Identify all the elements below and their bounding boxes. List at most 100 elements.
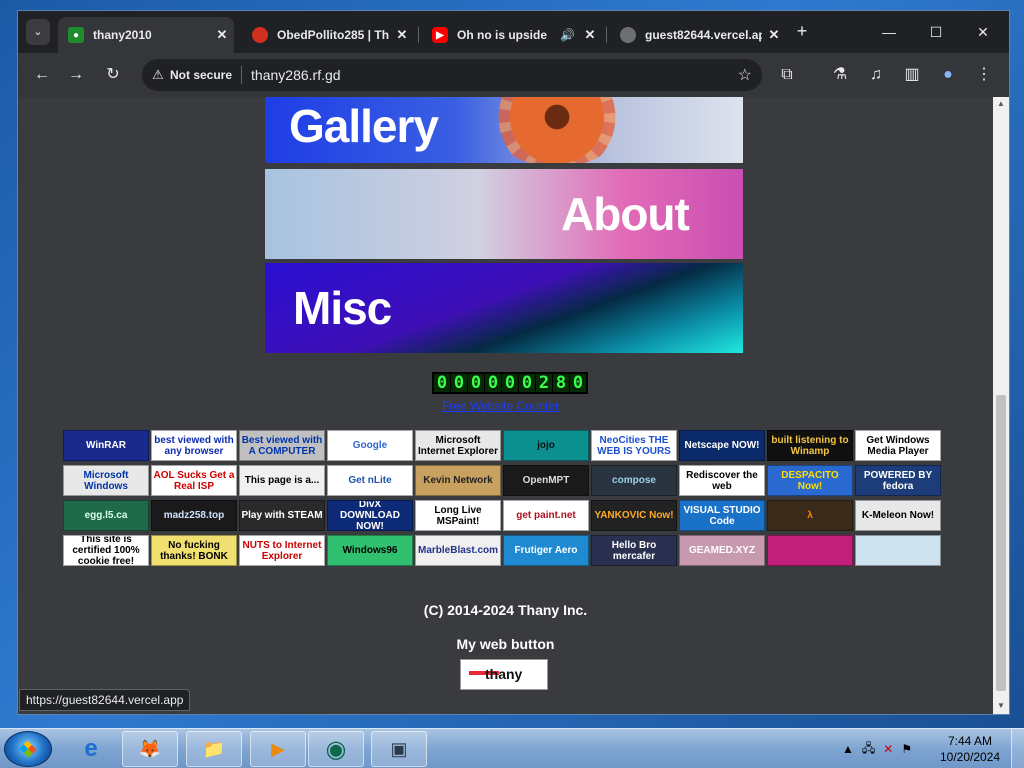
web-badge-button[interactable]: NeoCities THE WEB IS YOURS	[591, 430, 677, 461]
side-panel-icon[interactable]: ▥	[900, 63, 924, 87]
web-badge-button[interactable]: VISUAL STUDIO Code	[679, 500, 765, 531]
internet-explorer-icon[interactable]: e	[63, 731, 119, 767]
extensions-icon[interactable]: ⧉	[775, 63, 799, 87]
web-badge-button[interactable]: Get nLite	[327, 465, 413, 496]
tray-chevron-icon[interactable]: ▲	[842, 742, 854, 756]
about-banner-link[interactable]: About	[265, 169, 743, 259]
web-badge-button[interactable]: Best viewed with A COMPUTER	[239, 430, 325, 461]
clock-time: 7:44 AM	[947, 734, 993, 748]
free-counter-link[interactable]: Free Website Counter	[442, 399, 559, 413]
bookmark-star-icon[interactable]: ☆	[738, 65, 752, 85]
file-explorer-icon[interactable]: 📁	[186, 731, 242, 767]
web-badge-button[interactable]: Microsoft Windows	[63, 465, 149, 496]
close-icon[interactable]: ✕	[762, 27, 786, 43]
web-badge-button[interactable]: Get Windows Media Player	[855, 430, 941, 461]
web-badge-button[interactable]: DESPACITO Now!	[767, 465, 853, 496]
web-badge-button[interactable]: WinRAR	[63, 430, 149, 461]
kebab-menu-icon[interactable]: ⋮	[972, 63, 996, 87]
web-badge-button[interactable]: YANKOVIC Now!	[591, 500, 677, 531]
web-badge-button[interactable]: Microsoft Internet Explorer	[415, 430, 501, 461]
web-badge-button[interactable]	[855, 535, 941, 566]
web-badge-button[interactable]: best viewed with any browser	[151, 430, 237, 461]
web-badge-button[interactable]: Netscape NOW!	[679, 430, 765, 461]
start-button[interactable]	[4, 731, 52, 767]
web-badge-button[interactable]: K-Meleon Now!	[855, 500, 941, 531]
counter-digit: 0	[451, 374, 467, 392]
scroll-down-icon[interactable]: ▼	[996, 701, 1006, 710]
window-app-icon[interactable]: ▣	[371, 731, 427, 767]
new-tab-button[interactable]: +	[792, 21, 812, 41]
web-badge-button[interactable]: Long Live MSPaint!	[415, 500, 501, 531]
web-badge-button[interactable]: Kevin Network	[415, 465, 501, 496]
counter-digit: 0	[485, 374, 501, 392]
system-tray: ▲ 🖧 ✕ ⚑	[842, 735, 912, 763]
security-label[interactable]: Not secure	[170, 68, 232, 82]
web-badge-button[interactable]: This site is certified 100% cookie free!	[63, 535, 149, 566]
web-badge-button[interactable]: This page is a...	[239, 465, 325, 496]
web-badge-button[interactable]: OpenMPT	[503, 465, 589, 496]
profile-avatar-icon[interactable]: ●	[936, 63, 960, 87]
back-button[interactable]: ←	[30, 63, 54, 87]
media-controls-icon[interactable]: ♫	[864, 63, 888, 87]
vertical-scrollbar[interactable]: ▲ ▼	[993, 97, 1009, 714]
button-wall: WinRAR best viewed with any browser Best v…	[63, 430, 949, 570]
reload-button[interactable]: ↻	[101, 63, 125, 87]
scroll-thumb[interactable]	[996, 395, 1006, 691]
browser-app-icon[interactable]: ◉	[308, 731, 364, 767]
close-icon[interactable]: ✕	[210, 27, 234, 43]
clock[interactable]: 7:44 AM 10/20/2024	[938, 733, 1002, 765]
web-badge-button[interactable]: λ	[767, 500, 853, 531]
tab-obedpollito[interactable]: ObedPollito285 | Th ✕	[242, 17, 414, 53]
web-badge-button[interactable]: compose	[591, 465, 677, 496]
web-badge-button[interactable]: jojo	[503, 430, 589, 461]
address-bar[interactable]: ⚠ Not secure thany286.rf.gd ☆	[142, 59, 762, 91]
web-badge-button[interactable]: get paint.net	[503, 500, 589, 531]
close-icon[interactable]: ✕	[578, 27, 602, 43]
show-desktop-button[interactable]	[1011, 729, 1024, 768]
tab-youtube[interactable]: ▶ Oh no is upside 🔊 ✕	[422, 17, 602, 53]
web-button-text: thany	[485, 666, 523, 682]
firefox-icon[interactable]: 🦊	[122, 731, 178, 767]
action-center-flag-icon[interactable]: ⚑	[901, 742, 912, 756]
web-badge-button[interactable]: Hello Bro mercafer	[591, 535, 677, 566]
media-player-icon[interactable]: ▶	[250, 731, 306, 767]
web-badge-button[interactable]	[767, 535, 853, 566]
tab-search-button[interactable]: ⌄	[26, 19, 50, 45]
web-badge-button[interactable]: GEAMED.XYZ	[679, 535, 765, 566]
web-badge-button[interactable]: Rediscover the web	[679, 465, 765, 496]
web-badge-button[interactable]: POWERED BY fedora	[855, 465, 941, 496]
volume-muted-icon[interactable]: ✕	[883, 742, 893, 756]
web-badge-button[interactable]: Google	[327, 430, 413, 461]
gallery-banner-link[interactable]: Gallery	[265, 97, 743, 163]
link-status-bubble: https://guest82644.vercel.app	[19, 689, 191, 711]
network-icon[interactable]: 🖧	[862, 739, 875, 760]
misc-banner-link[interactable]: Misc	[265, 263, 743, 353]
web-badge-button[interactable]: AOL Sucks Get a Real ISP	[151, 465, 237, 496]
tab-thany2010[interactable]: ● thany2010 ✕	[58, 17, 234, 53]
web-badge-button[interactable]: built listening to Winamp	[767, 430, 853, 461]
minimize-button[interactable]: —	[874, 19, 904, 45]
speaker-icon[interactable]: 🔊	[560, 28, 578, 42]
url-text[interactable]: thany286.rf.gd	[251, 67, 341, 83]
web-badge-button[interactable]: Windows96	[327, 535, 413, 566]
web-badge-button[interactable]: egg.l5.ca	[63, 500, 149, 531]
scroll-up-icon[interactable]: ▲	[996, 99, 1006, 108]
maximize-button[interactable]: ☐	[921, 19, 951, 45]
forward-button[interactable]: →	[64, 63, 88, 87]
web-badge-button[interactable]: DivX DOWNLOAD NOW!	[327, 500, 413, 531]
web-badge-button[interactable]: Frutiger Aero	[503, 535, 589, 566]
thany-web-button[interactable]: thany	[460, 659, 548, 690]
web-badge-button[interactable]: No fucking thanks! BONK	[151, 535, 237, 566]
web-badge-button[interactable]: Play with STEAM	[239, 500, 325, 531]
tab-guest-vercel[interactable]: guest82644.vercel.ap ✕	[610, 17, 786, 53]
button-row: This site is certified 100% cookie free!…	[63, 535, 949, 566]
labs-flask-icon[interactable]: ⚗	[828, 63, 852, 87]
web-badge-button[interactable]: MarbleBlast.com	[415, 535, 501, 566]
counter-digit: 0	[519, 374, 535, 392]
close-icon[interactable]: ✕	[390, 27, 414, 43]
web-badge-button[interactable]: madz258.top	[151, 500, 237, 531]
web-badge-button[interactable]: NUTS to Internet Explorer	[239, 535, 325, 566]
warning-icon[interactable]: ⚠	[150, 67, 166, 83]
close-window-button[interactable]: ✕	[968, 19, 998, 45]
counter-digit: 0	[502, 374, 518, 392]
